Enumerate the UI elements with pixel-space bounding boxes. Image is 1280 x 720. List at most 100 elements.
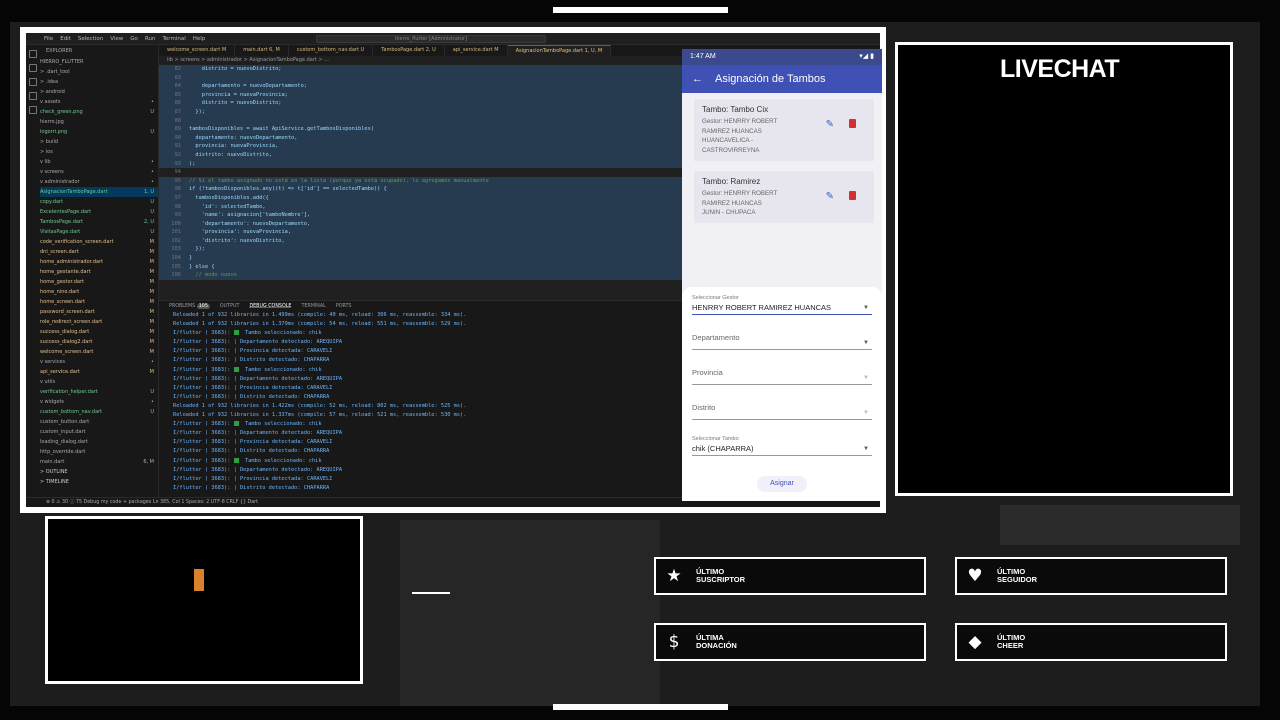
- tree-item[interactable]: api_service.dart M: [40, 367, 158, 377]
- right-dark-band: [1260, 0, 1280, 720]
- tree-item-label: home_gestante.dart: [40, 269, 91, 275]
- menu-item[interactable]: Selection: [78, 36, 103, 42]
- alert-ultimo-suscriptor: ★ ÚLTIMO SUSCRIPTOR: [654, 557, 926, 595]
- editor-tab[interactable]: custom_bottom_nav.dart U: [289, 45, 374, 56]
- tree-item[interactable]: logorri.png U: [40, 127, 158, 137]
- tree-item[interactable]: success_dialog2.dart M: [40, 337, 158, 347]
- tree-item[interactable]: code_verification_screen.dart M: [40, 237, 158, 247]
- assign-button[interactable]: Asignar: [757, 476, 807, 492]
- tree-item[interactable]: v utils: [40, 377, 158, 387]
- command-center[interactable]: hierro_flutter [Administrator]: [316, 35, 546, 43]
- activity-bar: [26, 45, 40, 497]
- tree-item[interactable]: welcome_screen.dart M: [40, 347, 158, 357]
- menu-item[interactable]: Go: [130, 36, 138, 42]
- signal-battery-icon: ▾◢ ▮: [859, 53, 874, 60]
- tree-item[interactable]: check_green.png U: [40, 107, 158, 117]
- tambo-card-line: Gestor: HENRRY ROBERT: [702, 190, 778, 197]
- gestor-caption: Seleccionar Gestor: [692, 295, 739, 301]
- code-text: if (!tambosDisponibles.any((t) => t['id'…: [189, 186, 387, 193]
- tree-item[interactable]: > ios: [40, 147, 158, 157]
- departamento-placeholder: Departamento: [692, 333, 740, 342]
- tree-item[interactable]: VisitasPage.dart U: [40, 227, 158, 237]
- tab-output[interactable]: OUTPUT: [220, 304, 240, 309]
- tree-item[interactable]: v screens •: [40, 167, 158, 177]
- tree-item[interactable]: loading_dialog.dart: [40, 437, 158, 447]
- explorer-footer-section[interactable]: > OUTLINE: [40, 467, 158, 477]
- editor-tab[interactable]: AsignacionTamboPage.dart 1, U, M: [507, 45, 612, 56]
- explorer-icon[interactable]: [29, 50, 37, 58]
- back-arrow-icon[interactable]: ←: [692, 65, 703, 93]
- editor-tab[interactable]: api_service.dart M: [445, 45, 508, 56]
- tree-item[interactable]: role_redirect_screen.dart M: [40, 317, 158, 327]
- tree-item[interactable]: home_gestor.dart M: [40, 277, 158, 287]
- menu-item[interactable]: File: [44, 36, 53, 42]
- distrito-select[interactable]: Distrito ▼: [692, 401, 872, 420]
- editor-tab[interactable]: TambosPage.dart 2, U: [373, 45, 445, 56]
- tree-item[interactable]: password_screen.dart M: [40, 307, 158, 317]
- menu-item[interactable]: Edit: [60, 36, 71, 42]
- tree-item-label: password_screen.dart: [40, 309, 95, 315]
- tree-item-label: home_administrador.dart: [40, 259, 104, 265]
- explorer-footer-section[interactable]: > TIMELINE: [40, 477, 158, 487]
- assignment-bottom-sheet: Seleccionar Gestor HENRRY ROBERT RAMIREZ…: [682, 287, 882, 501]
- tree-item[interactable]: home_nino.dart M: [40, 287, 158, 297]
- tree-item[interactable]: v services •: [40, 357, 158, 367]
- tree-item[interactable]: AsignacionTamboPage.dart 1, U: [40, 187, 158, 197]
- tree-item[interactable]: TambosPage.dart 2, U: [40, 217, 158, 227]
- code-text: 'name': asignacion['tamboNombre'],: [189, 212, 311, 219]
- edit-icon[interactable]: ✎: [826, 191, 834, 202]
- git-status: •: [151, 169, 154, 175]
- tree-item[interactable]: v lib •: [40, 157, 158, 167]
- tree-item[interactable]: home_screen.dart M: [40, 297, 158, 307]
- gestor-select[interactable]: Seleccionar Gestor HENRRY ROBERT RAMIREZ…: [692, 295, 872, 315]
- tree-item[interactable]: custom_input.dart: [40, 427, 158, 437]
- delete-icon[interactable]: [849, 119, 856, 128]
- tree-item[interactable]: v assets •: [40, 97, 158, 107]
- tree-item[interactable]: home_gestante.dart M: [40, 267, 158, 277]
- departamento-select[interactable]: Departamento ▼: [692, 331, 872, 350]
- run-debug-icon[interactable]: [29, 92, 37, 100]
- tree-item[interactable]: > .idea: [40, 77, 158, 87]
- editor-tab[interactable]: welcome_screen.dart M: [159, 45, 236, 56]
- tree-item[interactable]: v administrador •: [40, 177, 158, 187]
- alert-ultimo-seguidor: ♥ ÚLTIMO SEGUIDOR: [955, 557, 1227, 595]
- tab-problems[interactable]: PROBLEMS 105: [169, 304, 210, 309]
- tab-terminal[interactable]: TERMINAL: [301, 304, 325, 309]
- tree-item[interactable]: custom_button.dart: [40, 417, 158, 427]
- tree-item-label: TambosPage.dart: [40, 219, 83, 225]
- tree-item-label: custom_bottom_nav.dart: [40, 409, 103, 415]
- tree-item[interactable]: http_override.dart: [40, 447, 158, 457]
- tree-item[interactable]: v widgets •: [40, 397, 158, 407]
- tree-item[interactable]: success_dialog.dart M: [40, 327, 158, 337]
- tree-item[interactable]: > android: [40, 87, 158, 97]
- provincia-select[interactable]: Provincia ▼: [692, 366, 872, 385]
- extensions-icon[interactable]: [29, 106, 37, 114]
- tree-item[interactable]: > .dart_tool: [40, 67, 158, 77]
- source-control-icon[interactable]: [29, 78, 37, 86]
- tree-item[interactable]: verification_helper.dart U: [40, 387, 158, 397]
- tree-item[interactable]: home_administrador.dart M: [40, 257, 158, 267]
- menu-item[interactable]: Help: [193, 36, 206, 42]
- tree-item[interactable]: ExcelentesPage.dart U: [40, 207, 158, 217]
- tree-item[interactable]: > build: [40, 137, 158, 147]
- line-number: 105: [171, 263, 181, 270]
- tree-item[interactable]: hierro.jpg: [40, 117, 158, 127]
- tree-item[interactable]: custom_bottom_nav.dart U: [40, 407, 158, 417]
- menu-item[interactable]: View: [110, 36, 123, 42]
- delete-icon[interactable]: [849, 191, 856, 200]
- search-icon[interactable]: [29, 64, 37, 72]
- tree-item[interactable]: copy.dart U: [40, 197, 158, 207]
- tab-debug-console[interactable]: DEBUG CONSOLE: [249, 304, 292, 309]
- menu-item[interactable]: Terminal: [162, 36, 185, 42]
- tree-item[interactable]: HIERRO_FLUTTER: [40, 57, 158, 67]
- edit-icon[interactable]: ✎: [826, 119, 834, 130]
- tree-item[interactable]: main.dart 6, M: [40, 457, 158, 467]
- tab-ports[interactable]: PORTS: [336, 304, 352, 309]
- problems-count-badge: 105: [196, 304, 210, 309]
- tambo-select[interactable]: Seleccionar Tambo chik (CHAPARRA) ▼: [692, 436, 872, 456]
- menu-item[interactable]: Run: [145, 36, 156, 42]
- editor-tab[interactable]: main.dart 6, M: [235, 45, 289, 56]
- code-text: } else {: [189, 263, 215, 270]
- tree-item[interactable]: dni_screen.dart M: [40, 247, 158, 257]
- line-number: 93: [174, 160, 181, 167]
